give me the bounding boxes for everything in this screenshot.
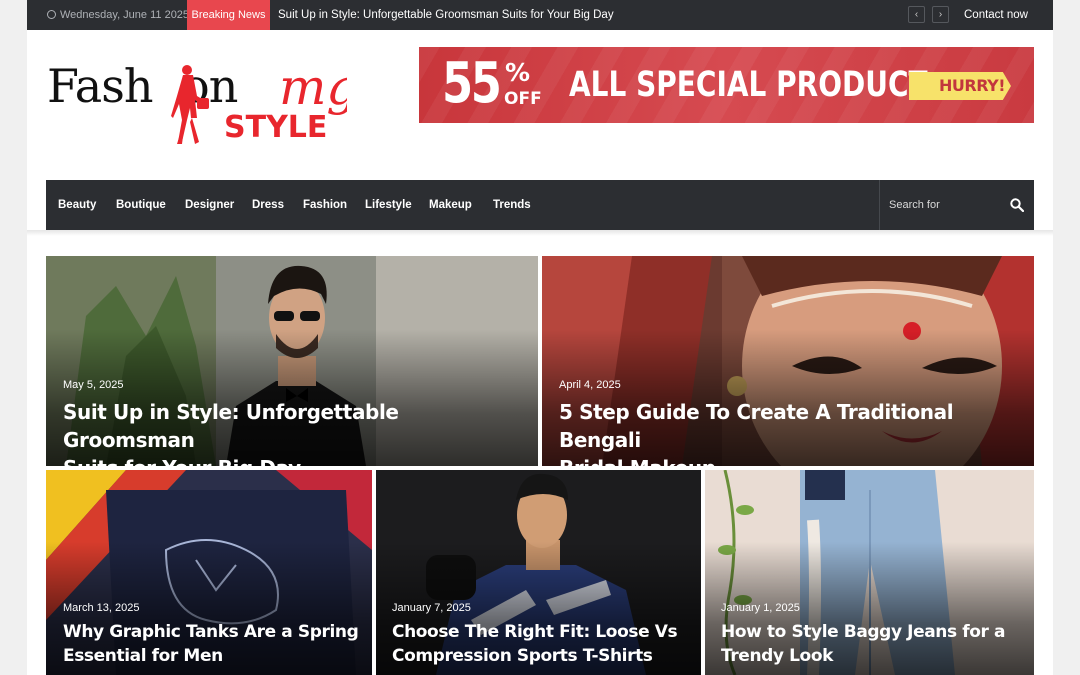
post-title-line: Suits for Your Big Day bbox=[63, 454, 533, 466]
nav-item-fashion[interactable]: Fashion bbox=[303, 180, 347, 230]
contact-now-link[interactable]: Contact now bbox=[964, 0, 1028, 30]
post-title[interactable]: Suit Up in Style: Unforgettable Groomsma… bbox=[63, 398, 533, 466]
nav-item-makeup[interactable]: Makeup bbox=[429, 180, 472, 230]
banner-off: OFF bbox=[504, 89, 542, 109]
banner-percent: % bbox=[505, 58, 531, 87]
post-title[interactable]: Choose The Right Fit: Loose Vs Compressi… bbox=[392, 620, 697, 668]
nav-item-trends[interactable]: Trends bbox=[493, 180, 531, 230]
breaking-news-label: Breaking News bbox=[187, 0, 270, 30]
post-title-line: Essential for Men bbox=[63, 646, 223, 666]
post-date: January 1, 2025 bbox=[721, 602, 800, 614]
banner-hurry-button[interactable]: HURRY! bbox=[909, 72, 1011, 100]
nav-item-dress[interactable]: Dress bbox=[252, 180, 284, 230]
post-title[interactable]: 5 Step Guide To Create A Traditional Ben… bbox=[559, 398, 1029, 466]
current-date-text: Wednesday, June 11 2025 bbox=[60, 9, 190, 21]
main-nav: Beauty Boutique Designer Dress Fashion L… bbox=[46, 180, 1034, 230]
banner-headline: ALL SPECIAL PRODUCT bbox=[569, 65, 928, 105]
search-input[interactable]: Search for bbox=[889, 180, 940, 231]
post-title-line: Choose The Right Fit: Loose Vs bbox=[392, 622, 678, 642]
post-title-line: Trendy Look bbox=[721, 646, 834, 666]
nav-item-boutique[interactable]: Boutique bbox=[116, 180, 166, 230]
post-date: January 7, 2025 bbox=[392, 602, 471, 614]
nav-item-designer[interactable]: Designer bbox=[185, 180, 234, 230]
post-card-graphic-tanks[interactable]: March 13, 2025 Why Graphic Tanks Are a S… bbox=[46, 470, 372, 675]
post-card-baggy-jeans[interactable]: January 1, 2025 How to Style Baggy Jeans… bbox=[705, 470, 1034, 675]
search-box[interactable]: Search for bbox=[879, 180, 1034, 230]
chevron-left-icon: ‹ bbox=[914, 9, 919, 20]
post-title[interactable]: Why Graphic Tanks Are a Spring Essential… bbox=[63, 620, 368, 668]
svg-text:mg: mg bbox=[279, 62, 347, 116]
post-date: March 13, 2025 bbox=[63, 602, 140, 614]
chevron-right-icon: › bbox=[938, 9, 943, 20]
post-date: May 5, 2025 bbox=[63, 379, 124, 391]
current-date: Wednesday, June 11 2025 bbox=[47, 0, 189, 30]
clock-icon bbox=[47, 10, 56, 19]
banner-discount-number: 55 bbox=[442, 51, 502, 116]
breaking-news-ticker-link[interactable]: Suit Up in Style: Unforgettable Groomsma… bbox=[278, 0, 614, 30]
svg-text:STYLE: STYLE bbox=[224, 110, 327, 145]
post-card-bengali-bridal[interactable]: April 4, 2025 5 Step Guide To Create A T… bbox=[542, 256, 1034, 466]
post-card-sports-tshirts[interactable]: January 7, 2025 Choose The Right Fit: Lo… bbox=[376, 470, 701, 675]
post-date: April 4, 2025 bbox=[559, 379, 621, 391]
promo-banner[interactable]: 55 % OFF ALL SPECIAL PRODUCT HURRY! bbox=[419, 47, 1034, 123]
page-wrapper: Wednesday, June 11 2025 Breaking News Su… bbox=[27, 0, 1053, 675]
post-card-groomsman-suits[interactable]: May 5, 2025 Suit Up in Style: Unforgetta… bbox=[46, 256, 538, 466]
post-title[interactable]: How to Style Baggy Jeans for a Trendy Lo… bbox=[721, 620, 1026, 668]
svg-text:Fash: Fash bbox=[47, 62, 153, 113]
top-bar: Wednesday, June 11 2025 Breaking News Su… bbox=[27, 0, 1053, 30]
fashionmg-logo-icon: Fash on mg STYLE bbox=[47, 58, 358, 145]
site-logo[interactable]: Fash on mg STYLE bbox=[47, 58, 358, 152]
nav-item-beauty[interactable]: Beauty bbox=[58, 180, 96, 230]
post-title-line: Why Graphic Tanks Are a Spring bbox=[63, 622, 359, 642]
search-icon[interactable] bbox=[1010, 198, 1024, 212]
ticker-next-button[interactable]: › bbox=[932, 6, 949, 23]
post-title-line: How to Style Baggy Jeans for a bbox=[721, 622, 1006, 642]
post-title-line: 5 Step Guide To Create A Traditional Ben… bbox=[559, 400, 954, 452]
header-divider bbox=[27, 230, 1053, 236]
post-title-line: Compression Sports T-Shirts bbox=[392, 646, 653, 666]
nav-item-lifestyle[interactable]: Lifestyle bbox=[365, 180, 412, 230]
post-title-line: Bridal Makeup bbox=[559, 454, 1029, 466]
ticker-prev-button[interactable]: ‹ bbox=[908, 6, 925, 23]
post-title-line: Suit Up in Style: Unforgettable Groomsma… bbox=[63, 400, 399, 452]
